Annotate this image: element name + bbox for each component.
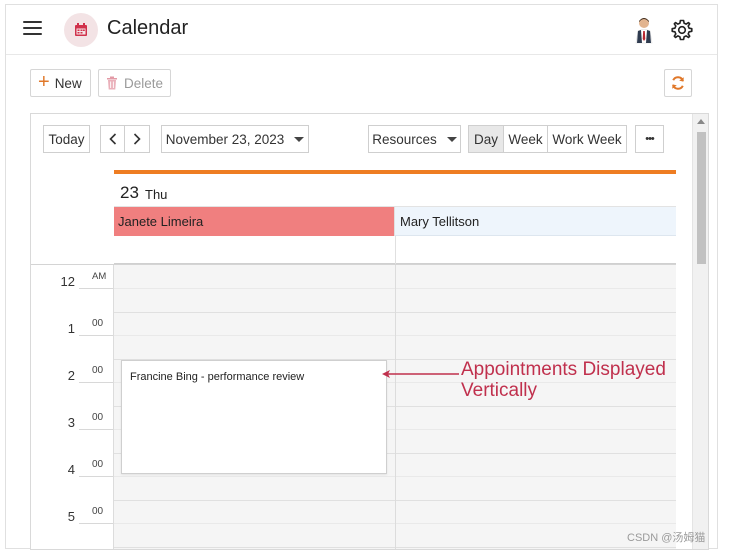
view-work-week-button[interactable]: Work Week <box>547 125 627 153</box>
chevron-left-icon <box>108 133 117 145</box>
time-tick <box>79 429 113 430</box>
next-button[interactable] <box>125 125 150 153</box>
annotation-arrow-icon <box>382 370 459 378</box>
time-ruler: 12 AM 1 00 2 00 3 00 4 00 5 00 <box>31 265 114 549</box>
hamburger-menu-icon[interactable] <box>23 21 42 37</box>
time-suffix-label: 00 <box>92 412 104 423</box>
day-header-date: 23 <box>120 183 139 202</box>
chevron-right-icon <box>133 133 141 145</box>
time-suffix-label: AM <box>92 271 107 282</box>
all-day-divider <box>395 236 396 264</box>
time-suffix-label: 00 <box>92 459 104 470</box>
time-hour-label: 2 <box>67 368 75 383</box>
day-header: 23 Thu <box>114 174 676 207</box>
all-day-row[interactable] <box>114 236 676 264</box>
more-dots-icon: ••• <box>645 133 655 145</box>
resource-column-divider <box>395 265 396 549</box>
time-hour-label: 4 <box>67 462 75 477</box>
watermark: CSDN @汤姆猫 <box>627 532 706 544</box>
day-header-weekday: Thu <box>145 187 168 202</box>
refresh-button[interactable] <box>664 69 692 97</box>
view-day-label: Day <box>473 131 498 147</box>
resources-dropdown[interactable]: Resources <box>368 125 461 153</box>
annotation-callout: Appointments Displayed Vertically <box>461 359 666 401</box>
time-hour-label: 5 <box>67 509 75 524</box>
scheduler: Today November 23, 2023 Resources Day We… <box>30 113 709 550</box>
chevron-down-icon <box>446 136 457 142</box>
new-button[interactable]: + New <box>30 69 91 97</box>
scroll-up-arrow-icon[interactable] <box>697 119 705 124</box>
today-label: Today <box>48 131 85 147</box>
scroll-thumb[interactable] <box>697 132 706 264</box>
delete-button[interactable]: Delete <box>98 69 171 97</box>
resources-label: Resources <box>372 131 437 147</box>
time-suffix-label: 00 <box>92 365 104 376</box>
view-work-week-label: Work Week <box>552 131 622 147</box>
trash-icon <box>106 76 118 90</box>
calendar-icon <box>64 13 98 47</box>
page-title: Calendar <box>107 17 189 39</box>
time-tick <box>79 476 113 477</box>
appointment-title: Francine Bing - performance review <box>130 371 305 383</box>
date-label: November 23, 2023 <box>165 131 285 147</box>
today-button[interactable]: Today <box>43 125 90 153</box>
vertical-scrollbar[interactable] <box>692 114 708 549</box>
annotation-line-1: Appointments Displayed <box>461 359 666 380</box>
view-week-button[interactable]: Week <box>503 125 548 153</box>
time-hour-label: 1 <box>67 321 75 336</box>
time-hour-label: 12 <box>60 274 75 289</box>
new-button-label: New <box>54 75 82 91</box>
gear-icon[interactable] <box>670 18 694 42</box>
previous-button[interactable] <box>100 125 125 153</box>
more-options-button[interactable]: ••• <box>635 125 664 153</box>
time-suffix-label: 00 <box>92 506 104 517</box>
app-window: Calendar + New Delete Today November 23,… <box>5 4 718 550</box>
time-tick <box>79 288 113 289</box>
time-tick <box>79 335 113 336</box>
date-picker-button[interactable]: November 23, 2023 <box>161 125 309 153</box>
annotation-line-2: Vertically <box>461 380 538 401</box>
view-week-label: Week <box>508 131 543 147</box>
refresh-icon <box>670 75 686 91</box>
time-hour-label: 3 <box>67 415 75 430</box>
time-tick <box>79 382 113 383</box>
chevron-down-icon <box>294 136 305 142</box>
delete-button-label: Delete <box>124 75 164 91</box>
time-suffix-label: 00 <box>92 318 104 329</box>
app-header: Calendar <box>6 5 717 55</box>
user-avatar[interactable] <box>633 16 655 44</box>
resource-header-janete[interactable]: Janete Limeira <box>114 207 395 236</box>
appointment-card[interactable]: Francine Bing - performance review <box>121 360 387 474</box>
view-day-button[interactable]: Day <box>468 125 504 153</box>
resource-header-mary[interactable]: Mary Tellitson <box>395 207 676 236</box>
time-tick <box>79 523 113 524</box>
plus-icon: + <box>38 71 50 93</box>
